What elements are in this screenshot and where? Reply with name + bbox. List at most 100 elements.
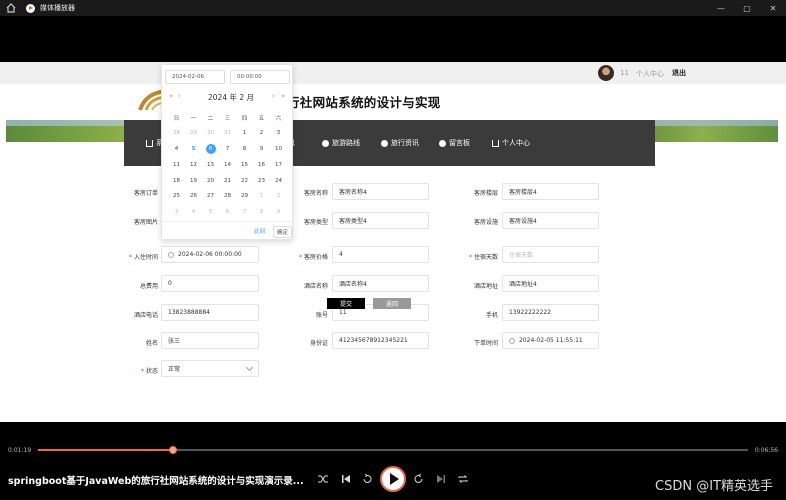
message-icon [439, 139, 446, 147]
stay-days-label: * 住宿天数 [468, 254, 498, 261]
calendar-day[interactable]: 30 [202, 130, 219, 136]
maximize-button[interactable]: ▢ [734, 0, 760, 16]
loop-icon[interactable] [457, 473, 469, 485]
room-floor-input[interactable]: 客房楼层4 [502, 183, 599, 200]
calendar-day[interactable]: 19 [185, 178, 202, 184]
room-type-input[interactable]: 客房类型4 [332, 212, 429, 229]
calendar-day[interactable]: 2 [270, 193, 287, 199]
picker-date-input[interactable]: 2024-02-06 [165, 70, 225, 84]
calendar-day[interactable]: 29 [236, 193, 253, 199]
calendar-day[interactable]: 22 [236, 178, 253, 184]
confirm-button[interactable]: 确定 [273, 226, 293, 238]
room-facility-input[interactable]: 客房设施4 [502, 212, 599, 229]
calendar-day[interactable]: 31 [219, 130, 236, 136]
calendar-day[interactable]: 20 [202, 178, 219, 184]
nav-item-news[interactable]: 旅行资讯 [381, 138, 419, 148]
forward-icon[interactable] [413, 473, 425, 485]
calendar-day[interactable]: 3 [270, 130, 287, 136]
shuffle-icon[interactable] [317, 473, 329, 485]
calendar-day[interactable]: 2 [253, 130, 270, 136]
user-center-link[interactable]: 个人中心 [636, 69, 664, 79]
calendar-day[interactable]: 17 [270, 162, 287, 168]
calendar-day[interactable]: 29 [185, 130, 202, 136]
total-cost-input[interactable]: 0 [161, 275, 259, 292]
hotel-phone-label: 酒店电话 [133, 312, 158, 319]
next-month-button[interactable]: › [272, 92, 275, 100]
next-icon[interactable] [435, 473, 447, 485]
room-image-label: 客房图片 [133, 219, 158, 226]
calendar-day[interactable]: 16 [253, 162, 270, 168]
calendar-day[interactable]: 21 [219, 178, 236, 184]
calendar-day[interactable]: 13 [202, 162, 219, 168]
media-player-window: 媒体播放器 — ▢ ✕ 11 个人中心 退出 行社网站系统的设计与实现 系 息 … [0, 0, 786, 500]
calendar-day[interactable]: 7 [236, 209, 253, 215]
progress-handle[interactable] [168, 446, 177, 454]
calendar-day[interactable]: 9 [253, 146, 270, 152]
prev-year-button[interactable]: « [169, 92, 173, 100]
mobile-input[interactable]: 13922222222 [502, 304, 599, 321]
hotel-address-input[interactable]: 酒店地址4 [502, 275, 599, 292]
calendar-day[interactable]: 6 [219, 209, 236, 215]
calendar-day[interactable]: 6 [202, 146, 219, 152]
checkin-time-input[interactable]: 2024-02-06 00:00:00 [161, 246, 259, 263]
user-bar: 11 个人中心 退出 [0, 62, 786, 84]
room-name-input[interactable]: 客房名称4 [332, 183, 429, 200]
prev-month-button[interactable]: ‹ [178, 92, 181, 100]
calendar-day[interactable]: 8 [236, 146, 253, 152]
submit-button[interactable]: 提交 [327, 298, 365, 309]
now-button[interactable]: 此刻 [254, 227, 265, 235]
close-button[interactable]: ✕ [760, 0, 786, 16]
weekday-header: 日 [173, 116, 180, 122]
back-button[interactable]: 返回 [373, 298, 411, 309]
route-icon [322, 139, 329, 147]
nav-item-messages[interactable]: 留言板 [439, 138, 470, 148]
calendar-day[interactable]: 9 [270, 209, 287, 215]
calendar-day[interactable]: 14 [219, 162, 236, 168]
calendar-day[interactable]: 5 [185, 146, 202, 152]
rewind-icon[interactable] [361, 473, 373, 485]
calendar-day[interactable]: 12 [185, 162, 202, 168]
calendar-day[interactable]: 27 [202, 193, 219, 199]
calendar-day[interactable]: 18 [168, 178, 185, 184]
id-card-input[interactable]: 412345678912345221 [332, 332, 429, 349]
picker-header: « ‹ 2024 年 2 月 › » [162, 92, 294, 104]
previous-icon[interactable] [340, 473, 352, 485]
calendar-day[interactable]: 4 [185, 209, 202, 215]
status-select[interactable]: 正常 [161, 360, 259, 377]
calendar-day[interactable]: 5 [202, 209, 219, 215]
calendar-day[interactable]: 4 [168, 146, 185, 152]
play-icon [389, 473, 399, 485]
play-button[interactable] [380, 466, 406, 492]
hotel-phone-input[interactable]: 13823888884 [161, 304, 259, 321]
nav-item-user-center[interactable]: 个人中心 [492, 138, 530, 148]
calendar-day[interactable]: 1 [253, 193, 270, 199]
calendar-day[interactable]: 8 [253, 209, 270, 215]
next-year-button[interactable]: » [281, 92, 285, 100]
home-icon[interactable] [6, 3, 16, 13]
calendar-day[interactable]: 25 [168, 193, 185, 199]
calendar-day[interactable]: 24 [270, 178, 287, 184]
stay-days-input[interactable]: 住宿天数 [502, 246, 599, 263]
calendar-day[interactable]: 3 [168, 209, 185, 215]
room-price-input[interactable]: 4 [332, 246, 429, 263]
progress-track[interactable] [38, 446, 748, 454]
calendar-day[interactable]: 28 [219, 193, 236, 199]
calendar-day[interactable]: 28 [168, 130, 185, 136]
name-input[interactable]: 张三 [161, 332, 259, 349]
hotel-name-input[interactable]: 酒店名称4 [332, 275, 429, 292]
calendar-day[interactable]: 11 [168, 162, 185, 168]
calendar-day[interactable]: 23 [253, 178, 270, 184]
nav-item-routes[interactable]: 旅游路线 [322, 138, 360, 148]
calendar-day[interactable]: 7 [219, 146, 236, 152]
minimize-button[interactable]: — [708, 0, 734, 16]
order-time-input[interactable]: 2024-02-05 11:55:11 [502, 332, 599, 349]
logout-link[interactable]: 退出 [672, 68, 686, 78]
picker-time-input[interactable]: 00:00:00 [230, 70, 290, 84]
calendar-day[interactable]: 1 [236, 130, 253, 136]
avatar[interactable] [598, 65, 614, 81]
calendar-day[interactable]: 15 [236, 162, 253, 168]
calendar-day[interactable]: 26 [185, 193, 202, 199]
total-cost-label: 总费用 [139, 283, 158, 290]
weekday-header: 二 [207, 116, 214, 122]
calendar-day[interactable]: 10 [270, 146, 287, 152]
